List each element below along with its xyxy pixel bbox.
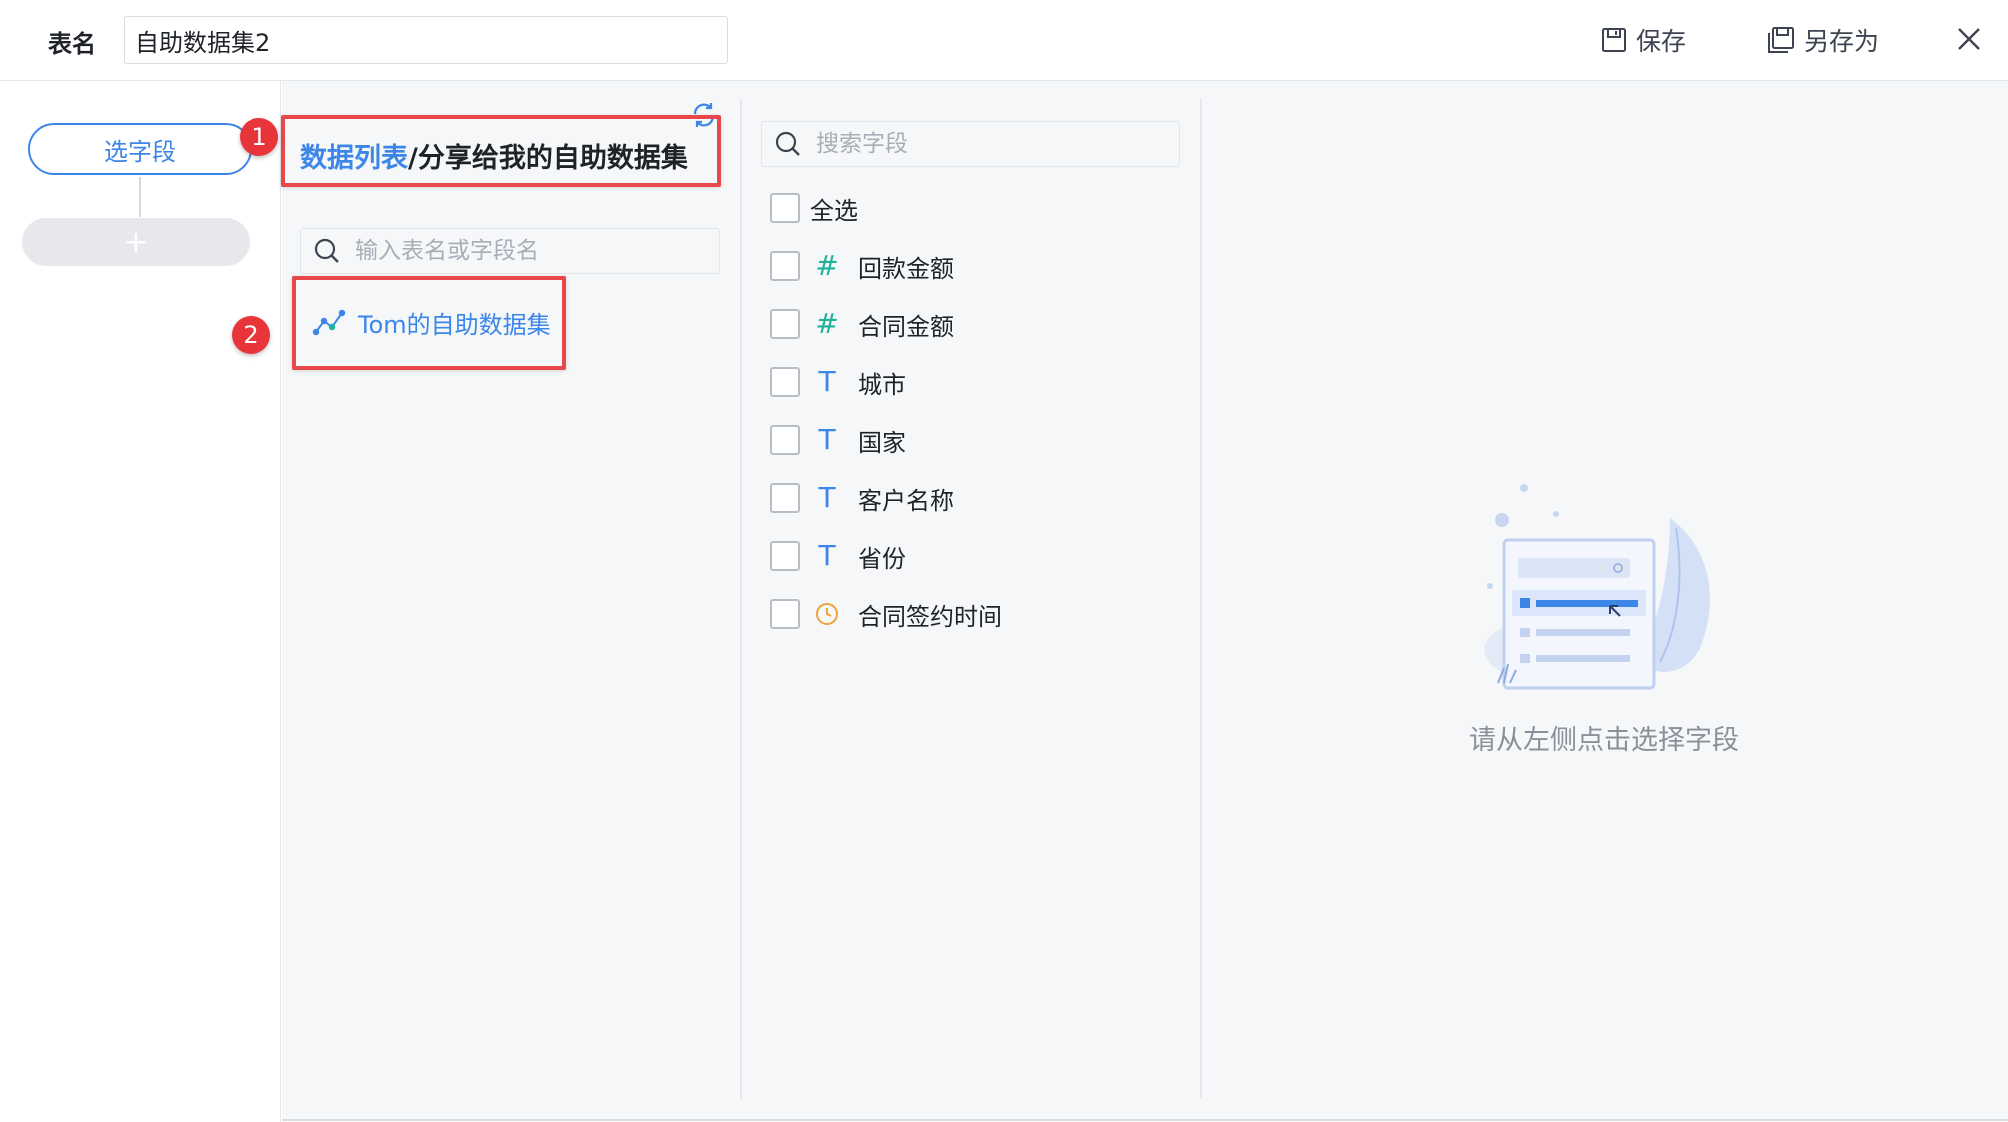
text-type-icon: T	[818, 365, 836, 398]
number-type-icon: #	[815, 249, 839, 282]
field-checkbox[interactable]	[770, 309, 800, 339]
field-row[interactable]: T 客户名称	[770, 478, 954, 518]
save-as-label: 另存为	[1804, 27, 1880, 56]
field-checkbox[interactable]	[770, 367, 800, 397]
field-row[interactable]: T 国家	[770, 420, 906, 460]
close-icon[interactable]	[1952, 22, 1986, 56]
save-as-icon	[1768, 27, 1794, 53]
table-search-box[interactable]	[300, 228, 720, 274]
field-search-input[interactable]	[816, 131, 1140, 157]
field-name: 省份	[858, 544, 906, 573]
step-column: 选字段 +	[0, 81, 281, 1122]
number-type-icon: #	[815, 307, 839, 340]
field-checkbox[interactable]	[770, 599, 800, 629]
header-bar: 表名 保存 另存为	[0, 0, 2008, 81]
save-icon	[1602, 28, 1626, 52]
field-checkbox[interactable]	[770, 425, 800, 455]
field-name: 国家	[858, 428, 906, 457]
field-row[interactable]: T 省份	[770, 536, 906, 576]
save-button[interactable]: 保存	[1600, 20, 1686, 60]
table-search-input[interactable]	[355, 238, 680, 264]
select-all-checkbox[interactable]	[770, 193, 800, 223]
field-name: 合同签约时间	[858, 602, 1002, 631]
self-service-dataset-icon	[312, 309, 346, 336]
search-icon	[314, 238, 339, 263]
refresh-icon[interactable]	[690, 101, 718, 129]
field-name: 合同金额	[858, 312, 954, 341]
breadcrumb-current: 分享给我的自助数据集	[417, 143, 688, 174]
field-checkbox[interactable]	[770, 251, 800, 281]
field-checkbox[interactable]	[770, 541, 800, 571]
field-row[interactable]: # 回款金额	[770, 246, 954, 286]
select-all-label: 全选	[810, 196, 858, 225]
text-type-icon: T	[818, 481, 836, 514]
breadcrumb-root[interactable]: 数据列表	[300, 143, 408, 174]
table-name-input[interactable]	[124, 16, 728, 64]
save-as-button[interactable]: 另存为	[1766, 20, 1879, 60]
step-select-fields[interactable]: 选字段	[28, 123, 252, 175]
field-name: 城市	[858, 370, 906, 399]
field-row[interactable]: 合同签约时间	[770, 594, 1002, 634]
empty-state-illustration	[1484, 484, 1710, 690]
annotation-badge-1: 1	[240, 118, 278, 156]
table-name-label: 表名	[48, 30, 96, 58]
field-name: 客户名称	[858, 486, 954, 515]
breadcrumb: 数据列表/分享给我的自助数据集	[300, 136, 688, 175]
add-step-button[interactable]: +	[22, 218, 250, 266]
field-search-box[interactable]	[761, 121, 1180, 167]
clock-icon	[812, 601, 842, 627]
text-type-icon: T	[818, 539, 836, 572]
select-all-row[interactable]: 全选	[770, 188, 858, 228]
panel-divider-2	[1200, 99, 1202, 1099]
save-label: 保存	[1636, 27, 1687, 56]
text-type-icon: T	[818, 423, 836, 456]
dataset-item-label: Tom的自助数据集	[358, 310, 551, 339]
field-row[interactable]: # 合同金额	[770, 304, 954, 344]
dataset-item-tom[interactable]: Tom的自助数据集	[312, 302, 551, 342]
annotation-badge-2: 2	[232, 316, 270, 354]
step-connector	[139, 177, 141, 217]
breadcrumb-separator: /	[408, 143, 418, 174]
search-icon	[775, 131, 800, 156]
field-checkbox[interactable]	[770, 483, 800, 513]
panel-divider-1	[740, 99, 742, 1099]
field-row[interactable]: T 城市	[770, 362, 906, 402]
field-name: 回款金额	[858, 254, 954, 283]
empty-state-text: 请从左侧点击选择字段	[1469, 725, 1739, 756]
